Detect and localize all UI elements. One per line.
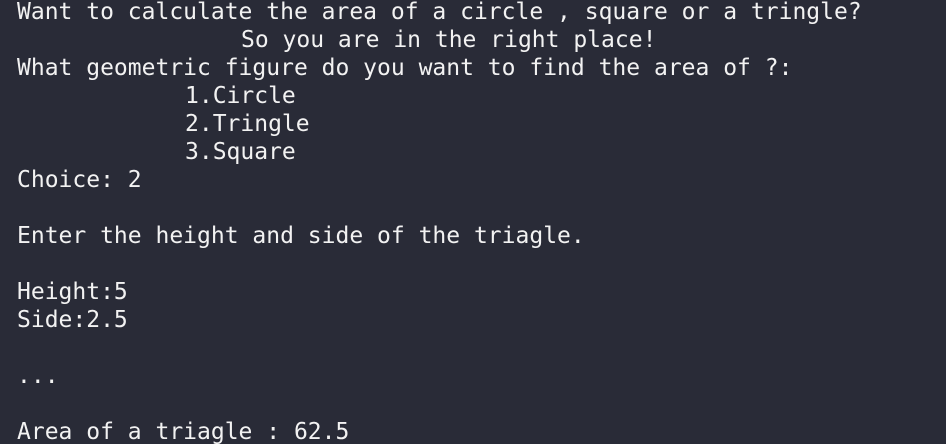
terminal-window: Want to calculate the area of a circle ,…	[0, 0, 946, 444]
menu-option-triangle: 2.Tringle	[185, 111, 310, 137]
intro-line: Want to calculate the area of a circle ,…	[17, 0, 862, 25]
result-line: Area of a triagle : 62.5	[17, 419, 350, 444]
question-line: What geometric figure do you want to fin…	[17, 55, 793, 81]
height-input-line: Height:5	[17, 279, 128, 305]
choice-line: Choice: 2	[17, 167, 142, 193]
side-input-line: Side:2.5	[17, 307, 128, 333]
menu-option-square: 3.Square	[185, 139, 296, 165]
ellipsis-line: ...	[17, 363, 59, 389]
welcome-line: So you are in the right place!	[241, 27, 657, 53]
prompt-line: Enter the height and side of the triagle…	[17, 223, 585, 249]
menu-option-circle: 1.Circle	[185, 83, 296, 109]
